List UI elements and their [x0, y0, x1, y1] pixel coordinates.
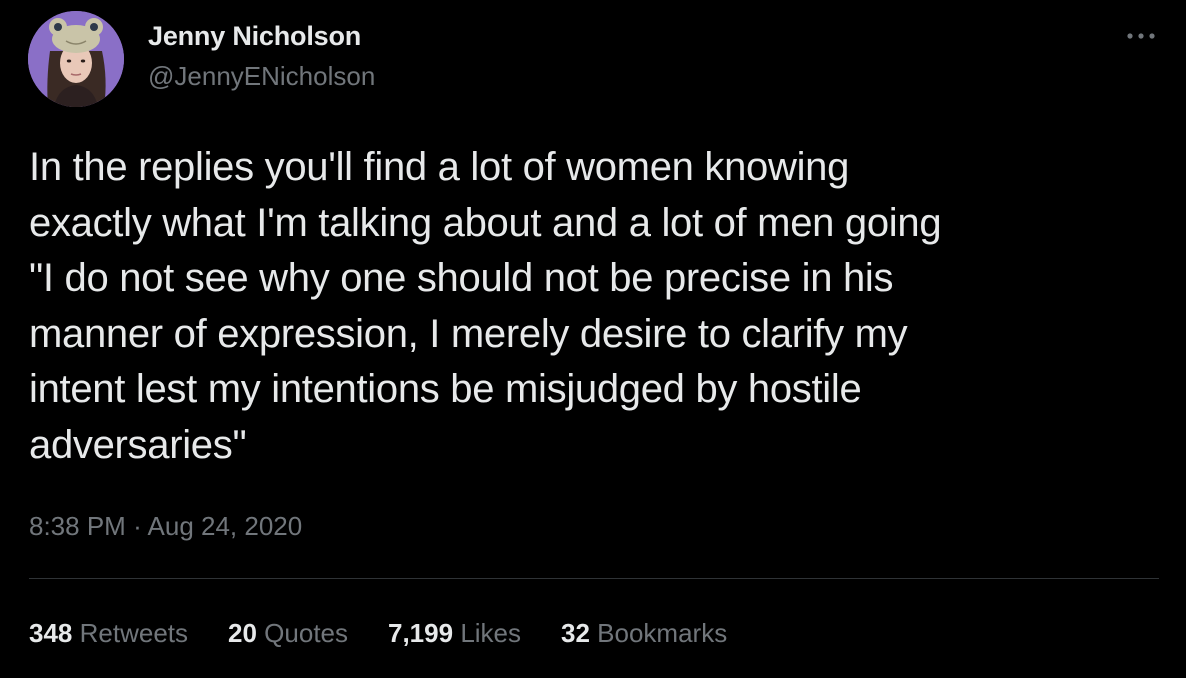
divider — [29, 578, 1159, 579]
retweets-count: 348 — [29, 618, 73, 648]
bookmarks-stat[interactable]: 32 Bookmarks — [561, 615, 727, 651]
avatar[interactable] — [28, 11, 124, 107]
avatar-image — [28, 11, 124, 107]
quotes-stat[interactable]: 20 Quotes — [228, 615, 348, 651]
quotes-label: Quotes — [264, 618, 348, 648]
tweet-card: Jenny Nicholson @JennyENicholson In the … — [0, 0, 1186, 678]
more-horizontal-icon — [1127, 33, 1155, 39]
likes-stat[interactable]: 7,199 Likes — [388, 615, 521, 651]
tweet-date[interactable]: Aug 24, 2020 — [148, 511, 303, 541]
more-options-button[interactable] — [1124, 22, 1160, 50]
author-info: Jenny Nicholson @JennyENicholson — [148, 18, 375, 94]
display-name[interactable]: Jenny Nicholson — [148, 18, 375, 54]
tweet-time[interactable]: 8:38 PM — [29, 511, 126, 541]
retweets-label: Retweets — [79, 618, 189, 648]
tweet-stats: 348 Retweets 20 Quotes 7,199 Likes 32 Bo… — [29, 615, 767, 651]
tweet-timestamp: 8:38 PM · Aug 24, 2020 — [29, 508, 302, 544]
tweet-text: In the replies you'll find a lot of wome… — [29, 145, 942, 467]
bookmarks-label: Bookmarks — [597, 618, 728, 648]
likes-label: Likes — [460, 618, 522, 648]
quotes-count: 20 — [228, 618, 257, 648]
bookmarks-count: 32 — [561, 618, 590, 648]
likes-count: 7,199 — [388, 618, 454, 648]
retweets-stat[interactable]: 348 Retweets — [29, 615, 188, 651]
user-handle[interactable]: @JennyENicholson — [148, 58, 375, 94]
meta-separator: · — [133, 511, 142, 541]
